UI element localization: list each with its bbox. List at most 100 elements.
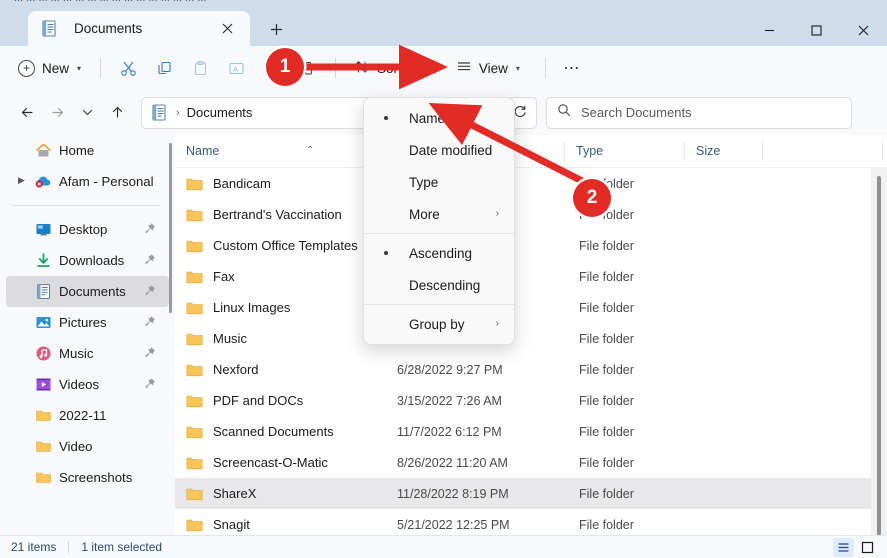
maximize-icon[interactable]: [793, 14, 840, 46]
table-row[interactable]: Snagit 5/21/2022 12:25 PMFile folder: [175, 509, 887, 535]
minimize-icon[interactable]: [746, 14, 793, 46]
sidebar-item-label: Video: [59, 439, 93, 454]
new-tab-button[interactable]: [262, 16, 290, 42]
sidebar-item-desktop[interactable]: Desktop: [6, 214, 169, 245]
close-icon[interactable]: [840, 14, 887, 46]
sidebar-item-afam-personal[interactable]: ▶Afam - Personal: [6, 166, 169, 197]
table-row[interactable]: Screencast-O-Matic8/26/2022 11:20 AMFile…: [175, 447, 887, 478]
table-row[interactable]: Music4/7/2022 10:48 PMFile folder: [175, 323, 887, 354]
folder-icon: [186, 208, 203, 222]
breadcrumb-separator: ›: [176, 107, 180, 119]
tab-title: Documents: [74, 21, 214, 36]
sidebar-item-label: Screenshots: [59, 470, 132, 485]
table-row[interactable]: FaxFile folder: [175, 261, 887, 292]
menu-item-type[interactable]: Type: [367, 166, 511, 198]
file-name-label: Nexford: [213, 362, 259, 377]
sidebar-item-music[interactable]: Music: [6, 338, 169, 369]
table-row[interactable]: Scanned Documents11/7/2022 6:12 PMFile f…: [175, 416, 887, 447]
file-name-label: Custom Office Templates: [213, 238, 358, 253]
sidebar-item-downloads[interactable]: Downloads: [6, 245, 169, 276]
annotation-badge-2: 2: [573, 179, 611, 217]
folder-icon: [35, 438, 52, 455]
table-row[interactable]: Custom Office Templates File folder: [175, 230, 887, 261]
file-name-label: PDF and DOCs: [213, 393, 303, 408]
cell-name: Snagit: [175, 517, 397, 532]
sidebar-item-pictures[interactable]: Pictures: [6, 307, 169, 338]
large-icons-view-icon[interactable]: [857, 538, 878, 557]
table-row[interactable]: ShareX11/28/2022 8:19 PMFile folder: [175, 478, 887, 509]
toolbar-divider: [100, 58, 101, 78]
table-row[interactable]: Nexford6/28/2022 9:27 PMFile folder: [175, 354, 887, 385]
cell-type: File folder: [579, 239, 699, 253]
menu-item-date-modified[interactable]: Date modified: [367, 134, 511, 166]
pin-icon: [143, 284, 156, 298]
sidebar-item-2022-11[interactable]: 2022-11: [6, 400, 169, 431]
tab-documents[interactable]: Documents: [28, 11, 250, 46]
table-row[interactable]: PDF and DOCs3/15/2022 7:26 AMFile folder: [175, 385, 887, 416]
folder-icon: [186, 239, 203, 253]
table-row[interactable]: Linux ImagesFile folder: [175, 292, 887, 323]
table-row[interactable]: Bertrand's VaccinationFile folder: [175, 199, 887, 230]
pin-icon: [143, 346, 156, 360]
ellipsis-icon[interactable]: ⋯: [555, 53, 589, 84]
file-name-label: Snagit: [213, 517, 250, 532]
close-icon[interactable]: [214, 17, 240, 41]
cell-type: File folder: [579, 332, 699, 346]
sidebar-item-screenshots[interactable]: Screenshots: [6, 462, 169, 493]
forward-button[interactable]: [42, 98, 72, 128]
column-header-type[interactable]: Type: [565, 135, 685, 168]
column-header-name-label: Name: [186, 144, 219, 158]
sidebar-item-videos[interactable]: Videos: [6, 369, 169, 400]
chevron-down-icon: ▾: [516, 64, 520, 73]
selected-bullet-icon: [384, 251, 388, 255]
title-bar: Documents: [0, 7, 887, 46]
folder-icon: [186, 332, 203, 346]
menu-item-label: Date modified: [409, 143, 492, 158]
folder-icon: [186, 363, 203, 377]
cell-date-modified: 5/21/2022 12:25 PM: [397, 518, 579, 532]
menu-divider: [364, 304, 514, 305]
chevron-right-icon[interactable]: ▶: [18, 175, 25, 186]
search-input[interactable]: Search Documents: [546, 97, 852, 129]
paste-button[interactable]: [182, 53, 218, 84]
back-button[interactable]: [12, 98, 42, 128]
column-header-size[interactable]: Size: [685, 135, 763, 168]
table-row[interactable]: BandicamFile folder: [175, 168, 887, 199]
view-lines-icon: [456, 59, 472, 78]
menu-divider: [364, 233, 514, 234]
copy-button[interactable]: [146, 53, 182, 84]
sort-button[interactable]: Sort ▾: [345, 53, 423, 84]
menu-item-more[interactable]: More›: [367, 198, 511, 230]
folder-icon: [35, 469, 52, 486]
cell-type: File folder: [579, 518, 699, 532]
recent-locations-button[interactable]: [72, 98, 102, 128]
pin-icon: [143, 222, 156, 236]
menu-item-name[interactable]: Name: [367, 102, 511, 134]
sidebar-item-video[interactable]: Video: [6, 431, 169, 462]
sidebar-item-documents[interactable]: Documents: [6, 276, 169, 307]
file-list-scrollbar-thumb[interactable]: [877, 176, 881, 535]
up-button[interactable]: [102, 98, 132, 128]
sidebar-item-label: Music: [59, 346, 93, 361]
file-name-label: Bertrand's Vaccination: [213, 207, 342, 222]
menu-item-descending[interactable]: Descending: [367, 269, 511, 301]
cell-date-modified: 3/15/2022 7:26 AM: [397, 394, 579, 408]
column-header-type-label: Type: [576, 144, 603, 158]
sidebar-scrollbar[interactable]: [169, 143, 172, 313]
annotation-badge-1: 1: [266, 48, 304, 86]
view-button[interactable]: View ▾: [447, 53, 529, 84]
videos-icon: [35, 376, 52, 393]
rename-button[interactable]: A: [218, 53, 254, 84]
toolbar-divider: [335, 58, 336, 78]
menu-item-ascending[interactable]: Ascending: [367, 237, 511, 269]
view-button-label: View: [479, 61, 508, 76]
refresh-icon[interactable]: [513, 105, 527, 122]
new-button[interactable]: + New ▾: [12, 53, 91, 84]
menu-item-group-by[interactable]: Group by›: [367, 308, 511, 340]
cut-button[interactable]: [110, 53, 146, 84]
file-name-label: Bandicam: [213, 176, 271, 191]
sidebar-item-home[interactable]: Home: [6, 135, 169, 166]
svg-text:A: A: [233, 64, 238, 73]
folder-icon: [186, 394, 203, 408]
details-view-icon[interactable]: [833, 538, 854, 557]
